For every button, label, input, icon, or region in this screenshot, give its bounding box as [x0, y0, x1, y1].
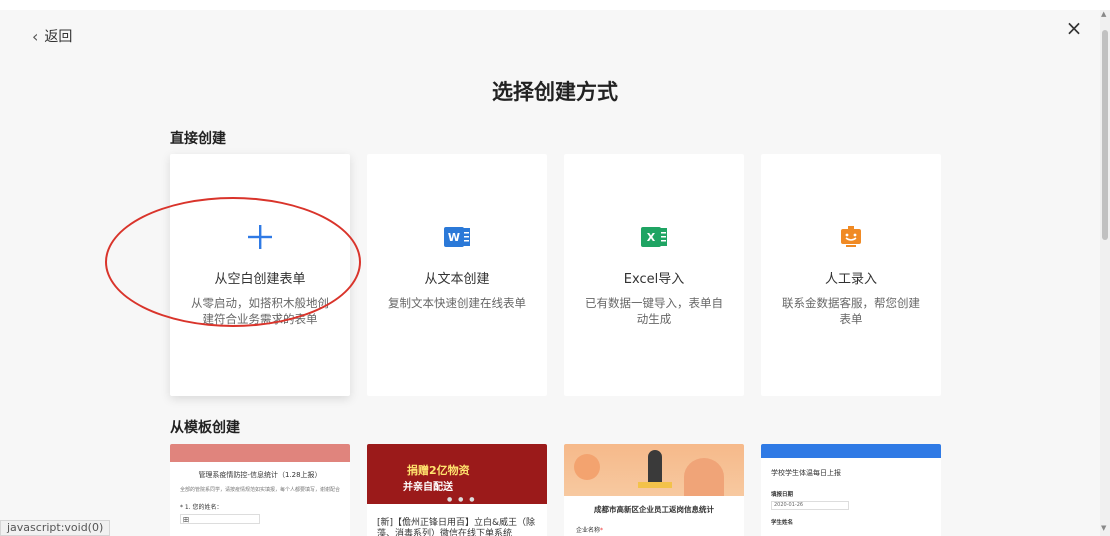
direct-create-section-title: 直接创建 [170, 131, 226, 147]
template-card-epidemic-stats[interactable]: 管理系疫情防控-信息统计（1.28上报） 全部的管院系同学，请按疫情规范如实填报… [170, 444, 350, 536]
card-desc: 复制文本快速创建在线表单 [388, 296, 526, 310]
template-input: 2020-01-26 [771, 501, 849, 510]
manual-entry-card[interactable]: 人工录入 联系金数据客服，帮您创建表单 [761, 154, 941, 396]
template-input: 田 [180, 514, 260, 524]
template-card-temperature-report[interactable]: 学校学生体温每日上报 填报日期 2020-01-26 学生姓名 [761, 444, 941, 536]
scroll-up-arrow-icon[interactable]: ▲ [1101, 10, 1106, 18]
back-label: 返回 [44, 29, 73, 45]
close-icon: × [1065, 16, 1083, 40]
banner-line-2: 并亲自配送 [403, 482, 453, 493]
template-title: 学校学生体温每日上报 [771, 469, 841, 477]
card-name: Excel导入 [623, 272, 685, 287]
template-section-title: 从模板创建 [170, 420, 240, 436]
template-illustration [564, 444, 744, 496]
excel-icon: X [641, 224, 667, 250]
carousel-dots: ● ● ● [447, 496, 477, 503]
card-desc: 已有数据一键导入，表单自动生成 [585, 296, 723, 326]
service-robot-icon [840, 224, 862, 250]
template-card-order-system[interactable]: 捐赠2亿物资 并亲自配送 ● ● ● [新]【儋州正锋日用百】立白&威王（除藻、… [367, 444, 547, 536]
template-card-return-to-work[interactable]: 成都市高新区企业员工返岗信息统计 企业名称* [564, 444, 744, 536]
template-header-bar [761, 444, 941, 458]
plus-icon [246, 224, 274, 250]
scroll-down-arrow-icon[interactable]: ▼ [1101, 524, 1106, 532]
top-band [0, 0, 1110, 10]
back-button[interactable]: ‹ 返回 [32, 26, 72, 46]
template-paragraph: 全部的管院系同学，请按疫情规范如实填报，每个人都要填写，谢谢配合 [180, 487, 341, 493]
banner-line-1: 捐赠2亿物资 [407, 464, 470, 477]
template-question: 企业名称* [576, 527, 604, 534]
template-header-bar [170, 444, 350, 462]
card-desc: 联系金数据客服，帮您创建表单 [782, 296, 920, 326]
direct-create-cards: 从空白创建表单 从零启动，如搭积木般地创建符合业务需求的表单 W 从文本创建 复… [170, 154, 941, 396]
text-create-card[interactable]: W 从文本创建 复制文本快速创建在线表单 [367, 154, 547, 396]
template-banner: 捐赠2亿物资 并亲自配送 ● ● ● [367, 444, 547, 504]
card-name: 从空白创建表单 [214, 272, 306, 287]
template-cards: 管理系疫情防控-信息统计（1.28上报） 全部的管院系同学，请按疫情规范如实填报… [170, 444, 941, 536]
template-title: 成都市高新区企业员工返岗信息统计 [594, 505, 714, 514]
template-question: 填报日期 [771, 492, 794, 498]
scrollbar-thumb[interactable] [1102, 30, 1108, 240]
blank-form-card[interactable]: 从空白创建表单 从零启动，如搭积木般地创建符合业务需求的表单 [170, 154, 350, 396]
card-name: 人工录入 [824, 272, 877, 287]
close-button[interactable]: × [1064, 18, 1084, 38]
card-name: 从文本创建 [424, 272, 490, 287]
template-question: * 1. 您的姓名： [180, 504, 223, 511]
chevron-left-icon: ‹ [32, 26, 39, 46]
word-icon: W [444, 224, 470, 250]
status-bar-url: javascript:void(0) [0, 520, 111, 536]
excel-import-card[interactable]: X Excel导入 已有数据一键导入，表单自动生成 [564, 154, 744, 396]
template-caption: [新]【儋州正锋日用百】立白&威王（除藻、消毒系列）微信在线下单系统 [377, 518, 536, 536]
page-title: 选择创建方式 [492, 80, 618, 104]
template-title: 管理系疫情防控-信息统计（1.28上报） [198, 471, 322, 479]
template-question: 学生姓名 [771, 520, 794, 526]
card-desc: 从零启动，如搭积木般地创建符合业务需求的表单 [191, 296, 329, 326]
